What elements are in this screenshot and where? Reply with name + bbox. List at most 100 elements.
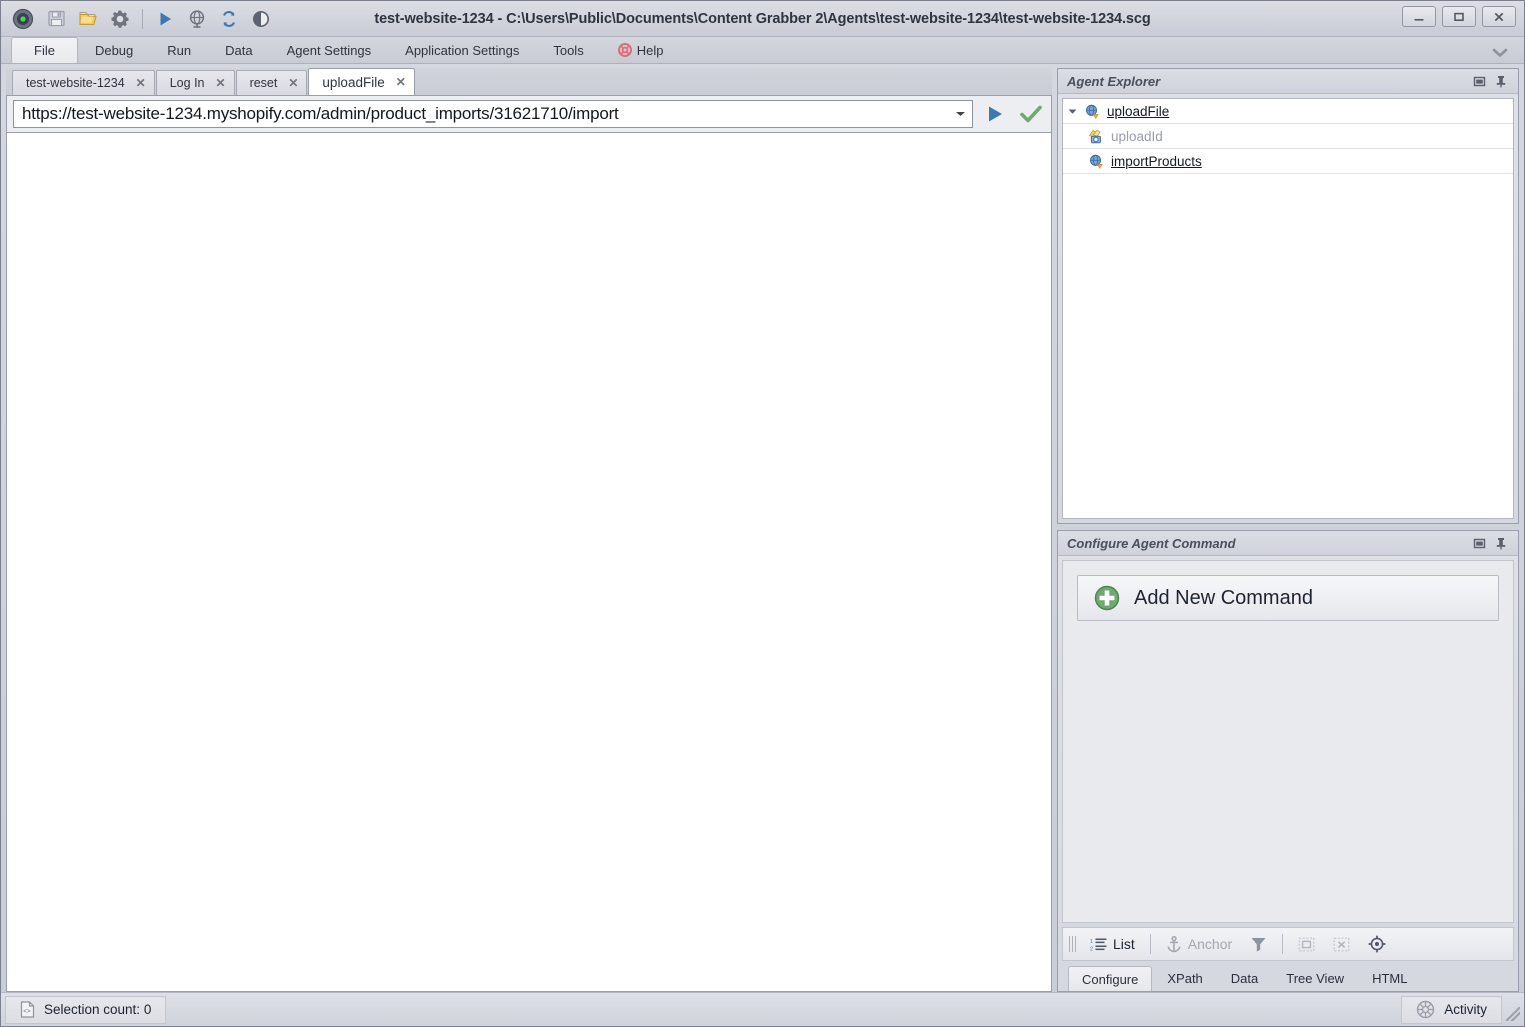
document-code-icon: <> bbox=[20, 1001, 35, 1018]
expand-collapse-icon[interactable] bbox=[1063, 108, 1081, 115]
menu-item-help[interactable]: Help bbox=[601, 37, 681, 63]
application-window: test-website-1234 - C:\Users\Public\Docu… bbox=[0, 0, 1525, 1027]
browser-tab-strip: test-website-1234 ✕ Log In ✕ reset ✕ upl… bbox=[6, 68, 1052, 96]
menu-item-run[interactable]: Run bbox=[150, 37, 208, 63]
close-icon[interactable]: ✕ bbox=[396, 75, 406, 89]
close-icon[interactable]: ✕ bbox=[216, 76, 226, 90]
tab-data[interactable]: Data bbox=[1218, 966, 1271, 991]
selection-count-status: <> Selection count: 0 bbox=[5, 996, 166, 1024]
browser-pane: test-website-1234 ✕ Log In ✕ reset ✕ upl… bbox=[6, 68, 1052, 992]
web-command-icon bbox=[1085, 154, 1107, 169]
activity-spinner-icon bbox=[1416, 1000, 1435, 1019]
toolbar-separator bbox=[1282, 934, 1283, 954]
tab-label: Data bbox=[1231, 971, 1258, 986]
menu-item-label: Debug bbox=[95, 43, 133, 58]
globe-icon[interactable] bbox=[182, 5, 212, 33]
menu-item-agent-settings[interactable]: Agent Settings bbox=[270, 37, 389, 63]
chevron-down-icon[interactable] bbox=[952, 101, 968, 127]
add-new-command-label: Add New Command bbox=[1134, 587, 1313, 610]
browser-tab-reset[interactable]: reset ✕ bbox=[236, 70, 308, 95]
deselect-element-icon bbox=[1333, 937, 1350, 952]
agent-explorer-panel: Agent Explorer bbox=[1057, 68, 1519, 524]
svg-text:1: 1 bbox=[1090, 939, 1093, 945]
menu-item-label: Data bbox=[225, 43, 252, 58]
browser-tab-test-website-1234[interactable]: test-website-1234 ✕ bbox=[12, 70, 155, 95]
configure-tab-strip: Configure XPath Data Tree View HTML bbox=[1058, 961, 1518, 991]
plus-circle-icon bbox=[1094, 585, 1120, 611]
minimize-button[interactable] bbox=[1402, 6, 1436, 27]
navigate-button[interactable] bbox=[981, 100, 1009, 128]
pin-icon[interactable] bbox=[1490, 71, 1512, 91]
menu-item-debug[interactable]: Debug bbox=[78, 37, 150, 63]
main-body: test-website-1234 ✕ Log In ✕ reset ✕ upl… bbox=[1, 64, 1524, 992]
confirm-button[interactable] bbox=[1017, 100, 1045, 128]
tree-item-importproducts[interactable]: importProducts bbox=[1063, 149, 1513, 174]
tree-item-label: uploadFile bbox=[1103, 104, 1169, 119]
browser-content-canvas[interactable] bbox=[6, 132, 1052, 992]
toolbar-separator bbox=[142, 9, 143, 29]
panel-title: Configure Agent Command bbox=[1067, 536, 1468, 551]
menu-item-tools[interactable]: Tools bbox=[536, 37, 600, 63]
tab-configure[interactable]: Configure bbox=[1068, 966, 1152, 991]
pin-icon[interactable] bbox=[1490, 533, 1512, 553]
play-icon[interactable] bbox=[150, 5, 180, 33]
toolbar-drag-handle[interactable] bbox=[1069, 936, 1077, 952]
tab-xpath[interactable]: XPath bbox=[1154, 966, 1215, 991]
panel-title: Agent Explorer bbox=[1067, 74, 1468, 89]
anchor-button[interactable]: Anchor bbox=[1159, 931, 1239, 957]
configure-bottom-toolbar: 1 2 List bbox=[1062, 927, 1514, 961]
filter-button[interactable] bbox=[1243, 931, 1274, 957]
deselect-element-button[interactable] bbox=[1326, 931, 1357, 957]
select-element-button[interactable] bbox=[1291, 931, 1322, 957]
tree-item-uploadid[interactable]: uploadId bbox=[1063, 124, 1513, 149]
tab-label: Log In bbox=[170, 76, 205, 90]
browser-tab-uploadfile[interactable]: uploadFile ✕ bbox=[308, 68, 414, 95]
tab-tree-view[interactable]: Tree View bbox=[1273, 966, 1357, 991]
menu-item-data[interactable]: Data bbox=[208, 37, 269, 63]
menu-item-label: Agent Settings bbox=[287, 43, 372, 58]
window-controls bbox=[1402, 6, 1516, 27]
add-new-command-button[interactable]: Add New Command bbox=[1077, 575, 1499, 621]
anchor-icon bbox=[1166, 936, 1182, 953]
chevron-down-icon[interactable] bbox=[1490, 46, 1510, 60]
contrast-icon[interactable] bbox=[246, 5, 276, 33]
menu-item-label: Help bbox=[637, 43, 664, 58]
close-button[interactable] bbox=[1482, 6, 1516, 27]
save-icon[interactable] bbox=[41, 5, 71, 33]
close-icon[interactable]: ✕ bbox=[288, 76, 298, 90]
resize-grip[interactable] bbox=[1506, 1007, 1520, 1021]
tree-item-uploadfile[interactable]: uploadFile bbox=[1063, 99, 1513, 124]
menu-item-application-settings[interactable]: Application Settings bbox=[388, 37, 536, 63]
url-input[interactable]: https://test-website-1234.myshopify.com/… bbox=[13, 100, 973, 128]
activity-label: Activity bbox=[1444, 1002, 1487, 1017]
tab-label: reset bbox=[250, 76, 278, 90]
svg-text:2: 2 bbox=[1090, 946, 1093, 952]
close-icon[interactable]: ✕ bbox=[136, 76, 146, 90]
maximize-button[interactable] bbox=[1442, 6, 1476, 27]
filter-icon bbox=[1250, 936, 1267, 952]
browser-tab-log-in[interactable]: Log In ✕ bbox=[156, 70, 235, 95]
list-button[interactable]: 1 2 List bbox=[1083, 931, 1142, 957]
menu-item-file[interactable]: File bbox=[11, 37, 78, 63]
gear-icon[interactable] bbox=[105, 5, 135, 33]
agent-explorer-tree-container[interactable]: uploadFile uploadId bbox=[1062, 98, 1514, 519]
restore-window-icon[interactable] bbox=[1468, 71, 1490, 91]
restore-window-icon[interactable] bbox=[1468, 533, 1490, 553]
target-icon bbox=[1368, 935, 1386, 953]
anchor-label: Anchor bbox=[1188, 936, 1232, 952]
configure-agent-command-panel: Configure Agent Command bbox=[1057, 530, 1519, 992]
tab-label: Configure bbox=[1082, 972, 1138, 987]
list-label: List bbox=[1113, 936, 1135, 952]
right-dock: Agent Explorer bbox=[1057, 68, 1519, 992]
tab-html[interactable]: HTML bbox=[1359, 966, 1420, 991]
activity-status[interactable]: Activity bbox=[1401, 996, 1502, 1024]
target-button[interactable] bbox=[1361, 931, 1393, 957]
app-icon[interactable] bbox=[7, 5, 39, 33]
refresh-icon[interactable] bbox=[214, 5, 244, 33]
toolbar-separator bbox=[1150, 934, 1151, 954]
tab-label: XPath bbox=[1167, 971, 1202, 986]
tab-label: HTML bbox=[1372, 971, 1407, 986]
open-folder-icon[interactable] bbox=[73, 5, 103, 33]
tree-item-label: uploadId bbox=[1107, 129, 1163, 144]
url-text[interactable]: https://test-website-1234.myshopify.com/… bbox=[22, 104, 952, 124]
